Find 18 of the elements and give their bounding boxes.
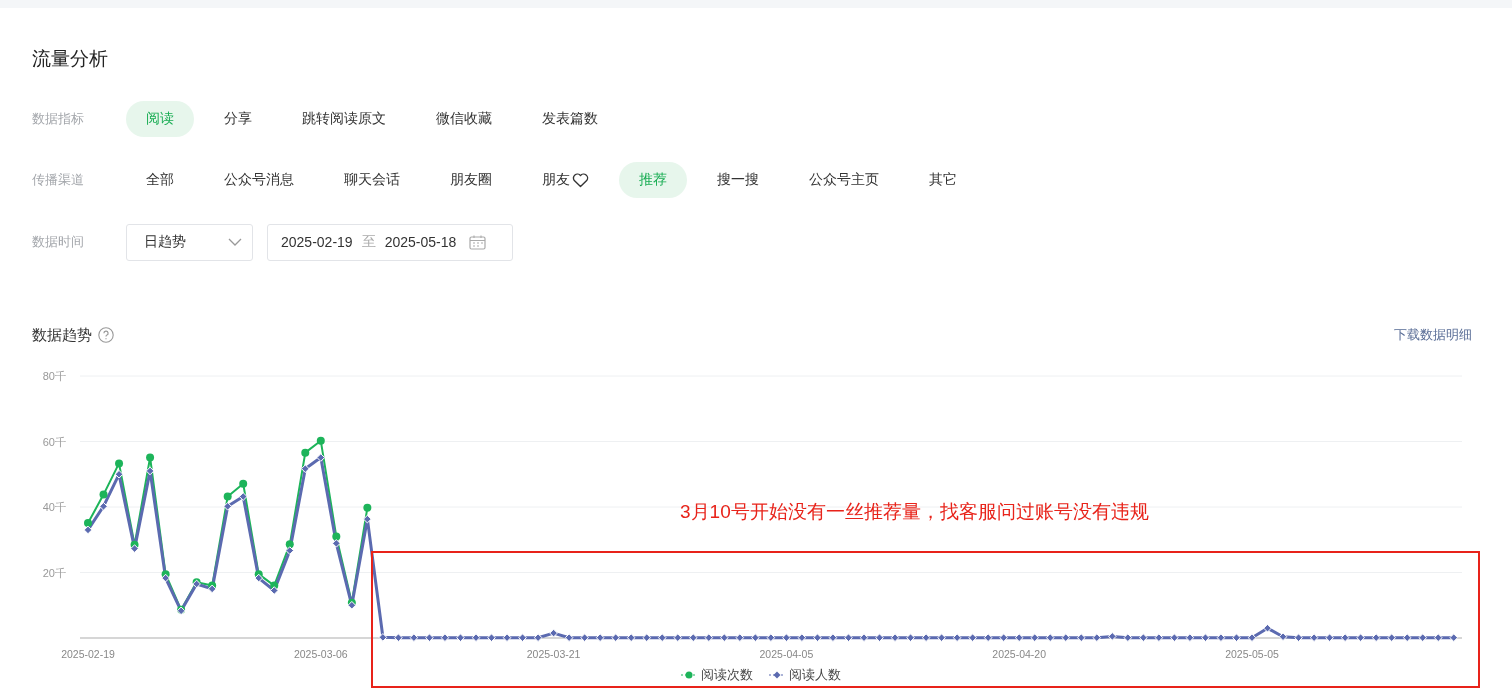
y-axis-label: 80千 (42, 370, 66, 382)
legend-label: 阅读次数 (701, 666, 753, 684)
x-axis-label: 2025-04-05 (759, 648, 814, 660)
y-axis-label: 60千 (42, 435, 66, 448)
legend-label: 阅读人数 (789, 666, 841, 684)
x-axis-label: 2025-05-05 (1225, 648, 1279, 660)
x-axis-label: 2025-02-19 (61, 648, 115, 660)
x-axis-label: 2025-04-20 (992, 648, 1047, 660)
y-axis-label: 40千 (42, 501, 66, 513)
page-title: 流量分析 (32, 47, 109, 71)
filter-label: 数据指标 (32, 110, 85, 128)
filter-label: 数据时间 (32, 233, 85, 251)
annotation-text: 3月10号开始没有一丝推荐量，找客服问过账号没有违规 (680, 500, 1149, 525)
section-title: 数据趋势 (32, 325, 92, 345)
filter-label: 传播渠道 (32, 171, 85, 189)
x-axis-label: 2025-03-21 (526, 648, 581, 660)
y-axis-label: 20千 (42, 566, 66, 579)
x-axis-label: 2025-03-06 (293, 648, 348, 660)
